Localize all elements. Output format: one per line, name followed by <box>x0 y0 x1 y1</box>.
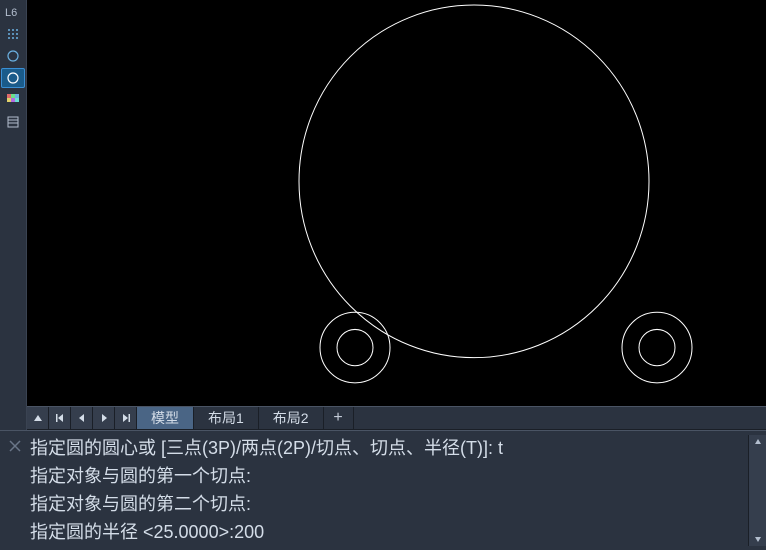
command-line: 指定对象与圆的第一个切点: <box>30 463 748 489</box>
layout-tab-label: 模型 <box>151 408 179 428</box>
tool-grid-colors[interactable] <box>1 90 25 110</box>
command-line: 指定圆的圆心或 [三点(3P)/两点(2P)/切点、切点、半径(T)]: t <box>30 435 748 461</box>
layout-tab-label: 布局1 <box>208 408 244 428</box>
scroll-up-icon[interactable] <box>754 435 762 449</box>
tab-last-button[interactable] <box>115 407 137 429</box>
layout-tab[interactable]: 布局1 <box>194 407 259 429</box>
tool-layers[interactable]: L6 <box>1 2 25 22</box>
svg-text:L6: L6 <box>5 7 17 19</box>
scroll-down-icon[interactable] <box>754 532 762 546</box>
drawing-circle <box>320 312 390 383</box>
tab-add-label: + <box>333 409 342 427</box>
layout-tab-bar: 模型 布局1 布局2 + <box>27 406 766 430</box>
command-line: 指定对象与圆的第二个切点: <box>30 491 748 517</box>
drawing-circle <box>622 312 692 383</box>
command-history: 指定圆的圆心或 [三点(3P)/两点(2P)/切点、切点、半径(T)]: t指定… <box>30 435 748 546</box>
layout-tab[interactable]: 模型 <box>137 407 194 429</box>
command-panel: 指定圆的圆心或 [三点(3P)/两点(2P)/切点、切点、半径(T)]: t指定… <box>0 430 766 550</box>
tool-circle-select[interactable] <box>1 68 25 88</box>
tab-prev-button[interactable] <box>71 407 93 429</box>
tool-ortho[interactable] <box>1 46 25 66</box>
tab-next-button[interactable] <box>93 407 115 429</box>
tool-grid-dots[interactable] <box>1 24 25 44</box>
tab-first-button[interactable] <box>49 407 71 429</box>
drawing-circle <box>299 5 649 358</box>
drawing-circle <box>639 329 675 365</box>
drawing-canvas[interactable] <box>27 0 766 406</box>
command-line: 指定圆的半径 <25.0000>:200 <box>30 519 748 545</box>
tab-collapse-button[interactable] <box>27 407 49 429</box>
command-close-button[interactable] <box>0 435 30 546</box>
tab-add-button[interactable]: + <box>324 407 354 429</box>
tool-table[interactable] <box>1 112 25 132</box>
layout-tab[interactable]: 布局2 <box>259 407 324 429</box>
layout-tab-label: 布局2 <box>273 408 309 428</box>
left-toolbar: L6 <box>0 0 27 430</box>
command-scrollbar[interactable] <box>748 435 766 546</box>
drawing-circle <box>337 329 373 365</box>
